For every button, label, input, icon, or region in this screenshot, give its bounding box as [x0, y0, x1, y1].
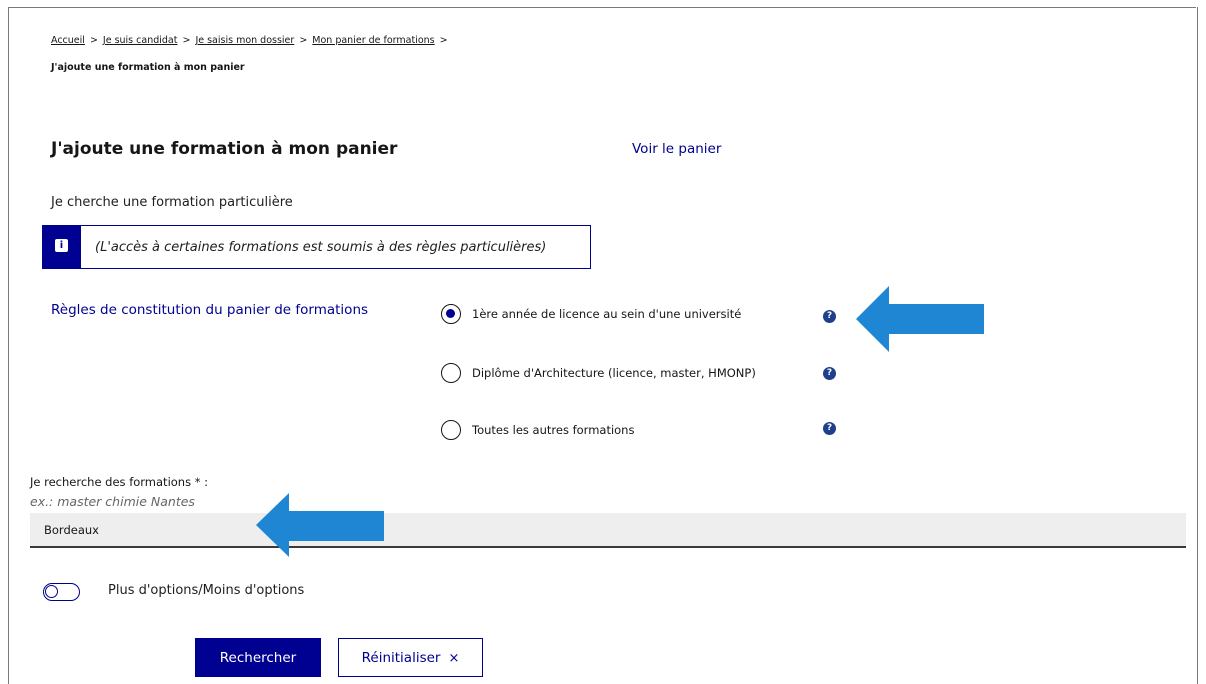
- search-field-hint: ex.: master chimie Nantes: [30, 494, 195, 509]
- options-toggle[interactable]: [43, 583, 80, 601]
- help-icon[interactable]: ?: [823, 422, 836, 435]
- breadcrumb-link-dossier[interactable]: Je saisis mon dossier: [195, 35, 294, 46]
- toggle-knob: [45, 585, 58, 598]
- notice-accent-bar: i: [43, 226, 81, 268]
- notice-text: (L'accès à certaines formations est soum…: [95, 240, 547, 255]
- search-subtitle: Je cherche une formation particulière: [51, 195, 293, 210]
- page-title: J'ajoute une formation à mon panier: [51, 139, 398, 159]
- breadcrumb-separator: >: [439, 35, 448, 46]
- help-icon[interactable]: ?: [823, 367, 836, 380]
- arrow-left-icon: [856, 286, 984, 352]
- breadcrumb-separator: >: [89, 35, 98, 46]
- radio-selected-dot: [446, 309, 455, 318]
- options-toggle-label[interactable]: Plus d'options/Moins d'options: [108, 583, 304, 598]
- radio-label-licence[interactable]: 1ère année de licence au sein d'une univ…: [472, 307, 741, 321]
- help-icon[interactable]: ?: [823, 310, 836, 323]
- breadcrumb-link-home[interactable]: Accueil: [51, 35, 85, 46]
- arrow-left-icon: [256, 493, 384, 557]
- basket-rules-label: Règles de constitution du panier de form…: [51, 302, 369, 318]
- frame-border-right: [1197, 7, 1198, 684]
- breadcrumb: Accueil > Je suis candidat > Je saisis mon d…: [51, 35, 453, 46]
- reset-button-label: Réinitialiser: [361, 649, 441, 666]
- breadcrumb-link-candidate[interactable]: Je suis candidat: [103, 35, 178, 46]
- close-icon: ×: [448, 650, 460, 666]
- search-button[interactable]: Rechercher: [195, 638, 321, 677]
- radio-button[interactable]: [441, 420, 461, 440]
- radio-button[interactable]: [441, 363, 461, 383]
- frame-border-top: [8, 7, 1196, 8]
- breadcrumb-separator: >: [182, 35, 191, 46]
- breadcrumb-current-page: J'ajoute une formation à mon panier: [51, 62, 245, 73]
- info-notice: i (L'accès à certaines formations est so…: [42, 225, 591, 269]
- breadcrumb-link-cart[interactable]: Mon panier de formations: [312, 35, 434, 46]
- search-input[interactable]: [30, 513, 1186, 548]
- view-cart-link[interactable]: Voir le panier: [632, 141, 721, 157]
- radio-button-selected[interactable]: [441, 304, 461, 324]
- radio-label-architecture[interactable]: Diplôme d'Architecture (licence, master,…: [472, 366, 756, 380]
- reset-button[interactable]: Réinitialiser ×: [338, 638, 483, 677]
- info-icon: i: [55, 239, 68, 252]
- radio-label-other[interactable]: Toutes les autres formations: [472, 423, 634, 437]
- search-field-label: Je recherche des formations * :: [30, 475, 209, 489]
- breadcrumb-separator: >: [299, 35, 308, 46]
- frame-border-left: [8, 7, 9, 684]
